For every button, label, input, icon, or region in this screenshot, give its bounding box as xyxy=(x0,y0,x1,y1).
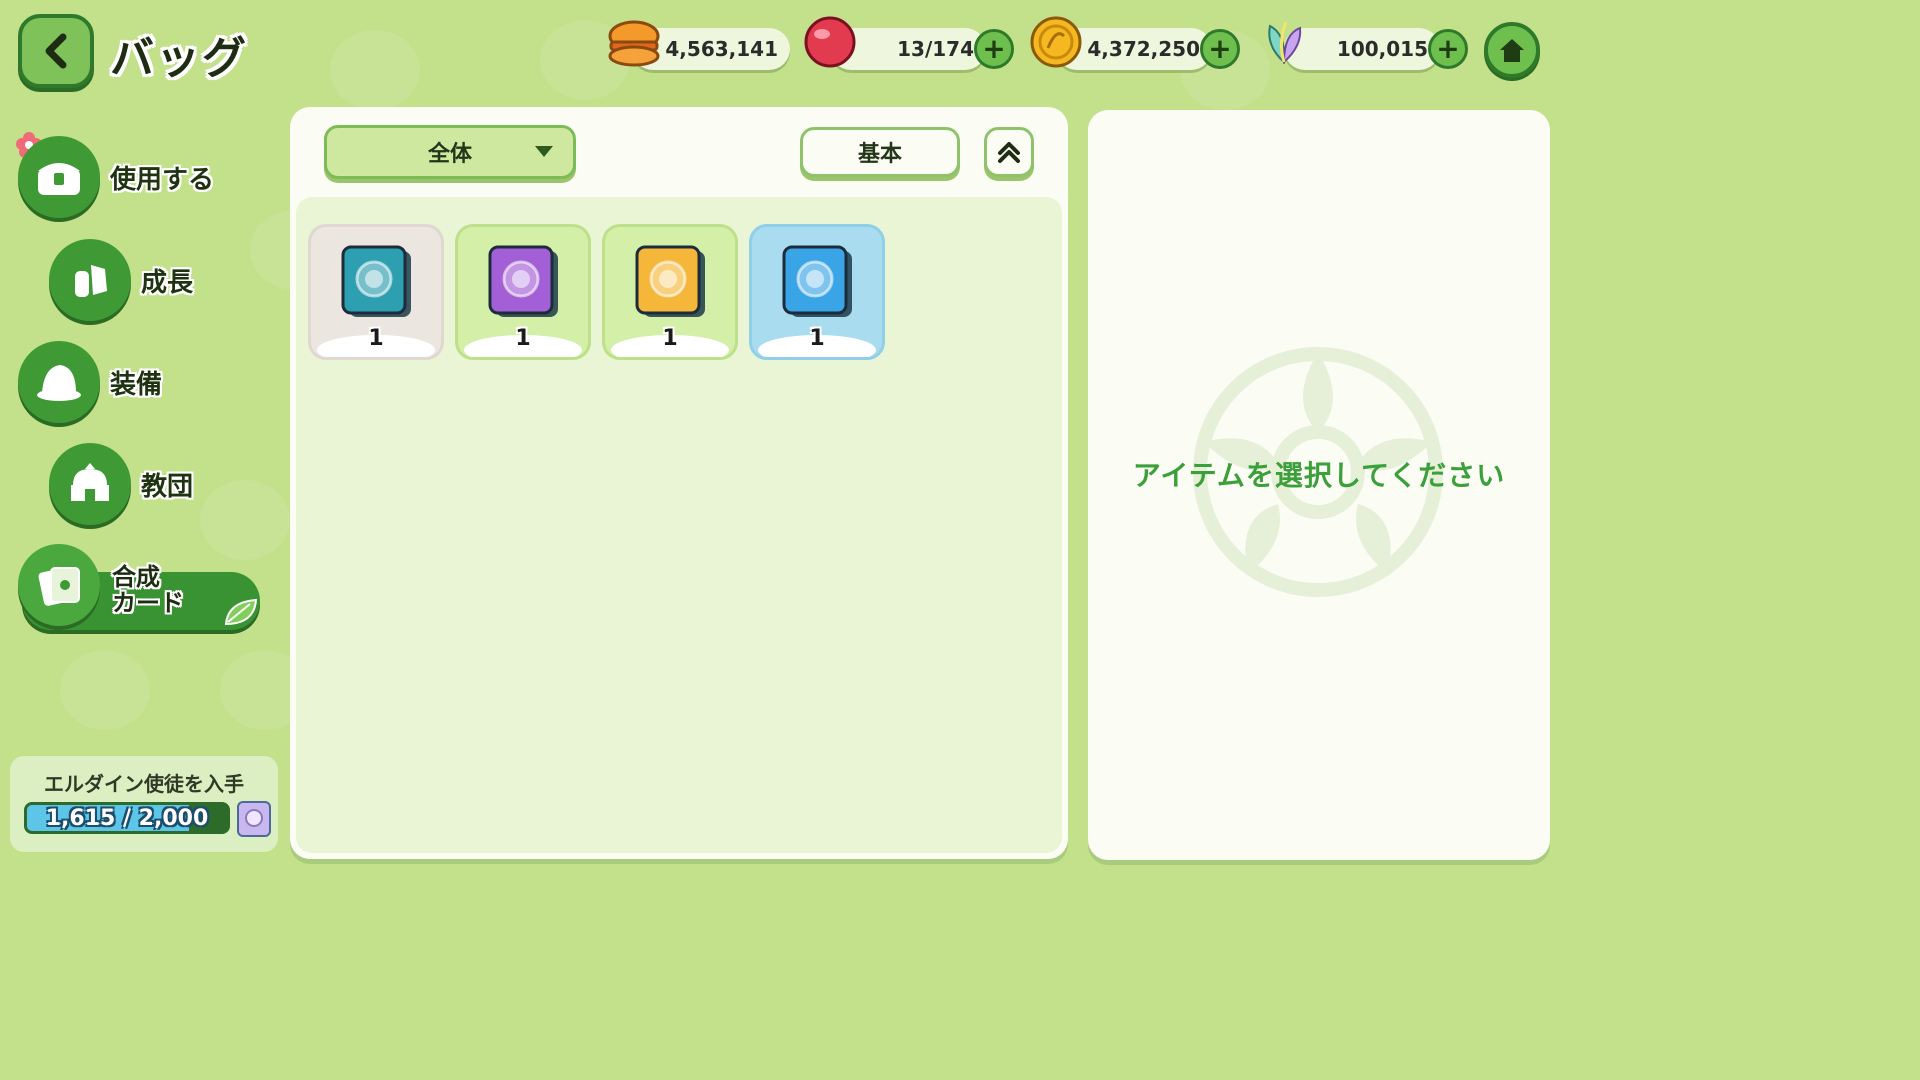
card-pack-icon xyxy=(341,245,411,317)
chevron-down-icon xyxy=(535,146,553,157)
item-card-yellow-card-pack[interactable]: 1 xyxy=(602,224,738,360)
gold-coin-icon xyxy=(1030,16,1082,68)
sidebar-item-label: 成長 xyxy=(141,267,194,298)
currency-value: 13/174 xyxy=(897,37,974,61)
sidebar-item-label: 使用する xyxy=(110,164,215,195)
label-line2: カード xyxy=(112,589,184,617)
add-crystal-button[interactable]: + xyxy=(1428,29,1468,69)
label-line1: 合成 xyxy=(112,563,160,591)
currency-value: 4,563,141 xyxy=(665,37,778,61)
item-count: 1 xyxy=(515,326,531,351)
item-list-panel: 全体 基本 xyxy=(290,107,1068,859)
sidebar-item-synthesis-card[interactable] xyxy=(18,544,100,626)
crystal-leaf-icon xyxy=(1268,21,1302,65)
sort-label: 基本 xyxy=(857,142,902,167)
sort-order-button[interactable] xyxy=(984,127,1034,177)
back-button[interactable] xyxy=(18,14,94,88)
apostle-progress-box: エルダイン使徒を入手 1,615 / 2,000 xyxy=(10,756,278,852)
hat-icon xyxy=(18,341,100,423)
sort-button[interactable]: 基本 xyxy=(800,127,960,177)
item-detail-panel: アイテムを選択してください xyxy=(1088,110,1550,860)
card-pack-icon xyxy=(488,245,558,317)
progress-bar: 1,615 / 2,000 xyxy=(24,802,230,834)
card-pack-icon xyxy=(635,245,705,317)
add-gold-button[interactable]: + xyxy=(1200,29,1240,69)
home-icon xyxy=(1500,39,1524,62)
progress-text: 1,615 / 2,000 xyxy=(45,805,209,831)
sidebar-item-growth[interactable]: 成長 xyxy=(49,239,193,321)
burger-icon xyxy=(608,20,660,67)
page-title: バッグ xyxy=(110,33,248,84)
item-card-purple-card-pack[interactable]: 1 xyxy=(455,224,591,360)
chevron-left-icon xyxy=(45,33,67,69)
home-button[interactable] xyxy=(1484,22,1540,78)
building-icon xyxy=(49,443,131,525)
currency-value: 4,372,250 xyxy=(1087,37,1200,61)
progress-title: エルダイン使徒を入手 xyxy=(44,772,244,796)
card-pack-icon xyxy=(782,245,852,317)
sidebar-item-label: 装備 xyxy=(110,369,163,400)
item-card-blue-card-pack[interactable]: 1 xyxy=(749,224,885,360)
potion-crystal-icon xyxy=(49,239,131,321)
leaf-icon xyxy=(224,598,258,626)
item-card-teal-card-pack[interactable]: 1 xyxy=(308,224,444,360)
ruby-icon xyxy=(804,16,856,68)
sidebar-item-equipment[interactable]: 装備 xyxy=(18,341,162,423)
filter-dropdown[interactable]: 全体 xyxy=(324,125,576,179)
sidebar-item-label: 教団 xyxy=(141,471,194,502)
double-chevron-up-icon xyxy=(998,142,1020,163)
card-icon xyxy=(18,544,100,626)
sidebar-item-use[interactable]: 使用する xyxy=(18,136,214,218)
filter-selected: 全体 xyxy=(427,142,472,167)
treasure-box-icon xyxy=(18,136,100,218)
item-count: 1 xyxy=(809,326,825,351)
item-count: 1 xyxy=(368,326,384,351)
item-count: 1 xyxy=(662,326,678,351)
select-item-prompt: アイテムを選択してください xyxy=(1132,459,1506,492)
currency-value: 100,015 xyxy=(1336,37,1428,61)
apostle-card-icon xyxy=(237,801,271,837)
add-ruby-button[interactable]: + xyxy=(974,29,1014,69)
sidebar-item-synthesis-card-label: 合成 カード xyxy=(112,564,184,616)
sidebar-item-order[interactable]: 教団 xyxy=(49,443,193,525)
